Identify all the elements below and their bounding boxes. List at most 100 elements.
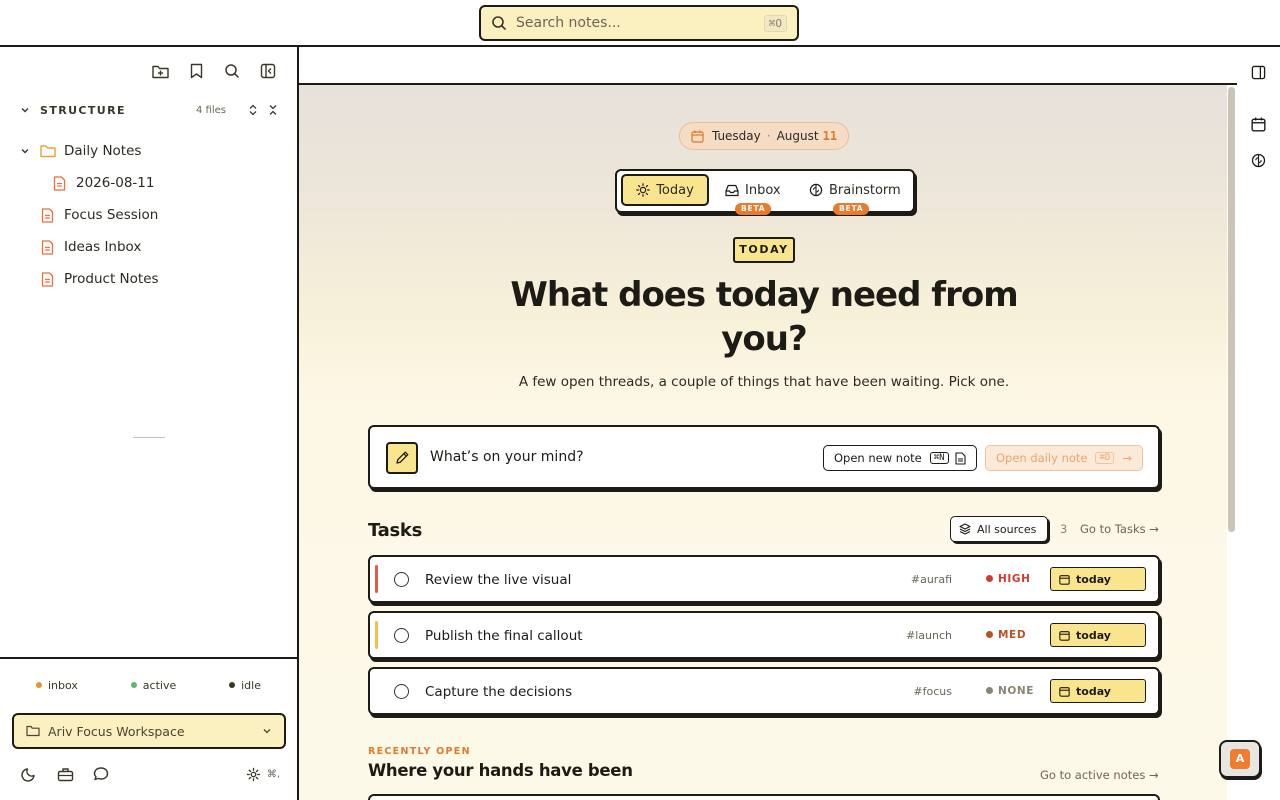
idle-dot bbox=[229, 682, 236, 688]
page-title: What does today need from you? bbox=[510, 275, 1018, 359]
calendar-icon bbox=[691, 130, 704, 143]
go-to-active-notes-link[interactable]: Go to active notes → bbox=[1040, 768, 1159, 782]
due-date-chip[interactable]: today bbox=[1050, 623, 1146, 647]
open-daily-note-button[interactable]: Open daily note ⌘D → bbox=[985, 445, 1143, 471]
task-checkbox[interactable] bbox=[394, 628, 409, 643]
task-checkbox[interactable] bbox=[394, 684, 409, 699]
compose-card[interactable]: What’s on your mind? Open new note ⌘N Op… bbox=[368, 425, 1160, 489]
chat-icon[interactable] bbox=[92, 765, 110, 783]
search-bar[interactable]: Search notes... ⌘O bbox=[479, 5, 799, 41]
brain-icon bbox=[809, 183, 823, 197]
due-date-chip[interactable]: today bbox=[1050, 567, 1146, 591]
due-date-chip[interactable]: today bbox=[1050, 679, 1146, 703]
tab-label: Today bbox=[656, 182, 694, 198]
main-area: Tuesday · August 11 Today Inbox BETA Bra… bbox=[299, 47, 1237, 800]
structure-label: STRUCTURE bbox=[40, 103, 126, 117]
sun-icon bbox=[636, 183, 650, 197]
task-tag[interactable]: #focus bbox=[913, 685, 952, 698]
task-title: Review the live visual bbox=[425, 572, 572, 588]
tree-item-label: Daily Notes bbox=[64, 143, 142, 159]
search-shortcut: ⌘O bbox=[763, 14, 787, 32]
tree-file-ideas-inbox[interactable]: Ideas Inbox bbox=[0, 231, 297, 263]
file-icon bbox=[41, 271, 54, 287]
task-checkbox[interactable] bbox=[394, 572, 409, 587]
tab-brainstorm[interactable]: Brainstorm bbox=[809, 174, 901, 206]
chevron-down-icon[interactable] bbox=[20, 105, 30, 115]
task-title: Capture the decisions bbox=[425, 684, 573, 700]
assistant-logo-icon: A bbox=[1230, 749, 1250, 769]
sidebar-footer: inbox active idle Ariv Focus Workspace ⌘… bbox=[0, 657, 297, 800]
gear-icon bbox=[246, 767, 261, 781]
legend-active: active bbox=[130, 679, 176, 692]
scrollbar-thumb[interactable] bbox=[1228, 87, 1235, 532]
task-tag[interactable]: #launch bbox=[906, 629, 952, 642]
sidebar-resize-handle[interactable] bbox=[133, 437, 165, 438]
toolbox-icon[interactable] bbox=[56, 765, 74, 783]
recent-kicker: RECENTLY OPEN bbox=[368, 746, 471, 757]
priority-badge: NONE bbox=[986, 685, 1034, 697]
folder-icon bbox=[26, 725, 40, 737]
assistant-button[interactable]: A bbox=[1219, 740, 1261, 778]
tree-file-product-notes[interactable]: Product Notes bbox=[0, 263, 297, 295]
legend-label: inbox bbox=[48, 679, 78, 692]
search-icon bbox=[492, 16, 506, 30]
compose-prompt[interactable]: What’s on your mind? bbox=[430, 449, 584, 465]
legend-idle: idle bbox=[229, 679, 261, 692]
date-day: 11 bbox=[822, 129, 838, 143]
tasks-heading: Tasks bbox=[368, 520, 423, 541]
go-to-tasks-link[interactable]: Go to Tasks → bbox=[1080, 522, 1159, 536]
tree-file-2026-08-11[interactable]: 2026-08-11 bbox=[0, 167, 297, 199]
collapse-sidebar-icon[interactable] bbox=[259, 62, 277, 80]
today-badge: TODAY bbox=[733, 237, 795, 263]
all-sources-filter[interactable]: All sources bbox=[950, 516, 1048, 542]
tree-item-label: Focus Session bbox=[64, 207, 159, 223]
settings-button[interactable]: ⌘, bbox=[246, 767, 280, 782]
recent-card[interactable] bbox=[368, 794, 1160, 800]
tree-file-focus-session[interactable]: Focus Session bbox=[0, 199, 297, 231]
new-folder-icon[interactable] bbox=[151, 62, 169, 80]
task-row[interactable]: Review the live visual #aurafi HIGH toda… bbox=[368, 555, 1160, 603]
beta-badge: BETA bbox=[833, 203, 870, 215]
calendar-icon[interactable] bbox=[1249, 115, 1267, 133]
search-icon[interactable] bbox=[223, 62, 241, 80]
priority-label: MED bbox=[998, 629, 1027, 641]
tab-today[interactable]: Today bbox=[621, 174, 709, 206]
tab-strip bbox=[299, 47, 1237, 85]
right-rail bbox=[1237, 47, 1280, 800]
moon-icon[interactable] bbox=[20, 765, 38, 783]
date-weekday: Tuesday bbox=[711, 129, 761, 143]
tree-item-label: 2026-08-11 bbox=[76, 175, 155, 191]
tree-folder-daily-notes[interactable]: Daily Notes bbox=[0, 135, 297, 167]
scrollbar[interactable] bbox=[1227, 85, 1237, 800]
task-row[interactable]: Capture the decisions #focus NONE today bbox=[368, 667, 1160, 715]
file-count: 4 files bbox=[196, 104, 226, 116]
top-bar: Search notes... ⌘O bbox=[0, 0, 1280, 47]
shortcut-hint: ⌘N bbox=[929, 452, 949, 464]
task-row[interactable]: Publish the final callout #launch MED to… bbox=[368, 611, 1160, 659]
structure-header[interactable]: STRUCTURE 4 files bbox=[20, 101, 278, 119]
sidebar-toolbar bbox=[151, 62, 277, 80]
priority-badge: HIGH bbox=[986, 573, 1031, 585]
bookmark-icon[interactable] bbox=[187, 62, 205, 80]
search-input[interactable]: Search notes... bbox=[516, 15, 764, 31]
button-label: Open daily note bbox=[996, 451, 1088, 465]
brain-icon[interactable] bbox=[1249, 151, 1267, 169]
workspace-selector[interactable]: Ariv Focus Workspace bbox=[12, 713, 286, 749]
due-label: today bbox=[1076, 572, 1111, 586]
tab-inbox[interactable]: Inbox bbox=[725, 174, 781, 206]
button-label: Open new note bbox=[834, 451, 922, 465]
sort-icon[interactable] bbox=[248, 104, 258, 116]
task-count: 3 bbox=[1060, 522, 1068, 536]
toggle-right-panel-icon[interactable] bbox=[1249, 63, 1267, 81]
file-icon bbox=[41, 239, 54, 255]
layers-icon bbox=[959, 523, 971, 535]
collapse-all-icon[interactable] bbox=[268, 104, 278, 116]
tab-label: Brainstorm bbox=[829, 182, 901, 198]
chevron-down-icon bbox=[263, 729, 271, 734]
open-new-note-button[interactable]: Open new note ⌘N bbox=[823, 445, 977, 471]
file-icon bbox=[955, 451, 966, 465]
priority-dot bbox=[986, 687, 993, 694]
recent-heading: Where your hands have been bbox=[368, 761, 633, 780]
chevron-down-icon[interactable] bbox=[20, 146, 30, 156]
task-tag[interactable]: #aurafi bbox=[911, 573, 952, 586]
